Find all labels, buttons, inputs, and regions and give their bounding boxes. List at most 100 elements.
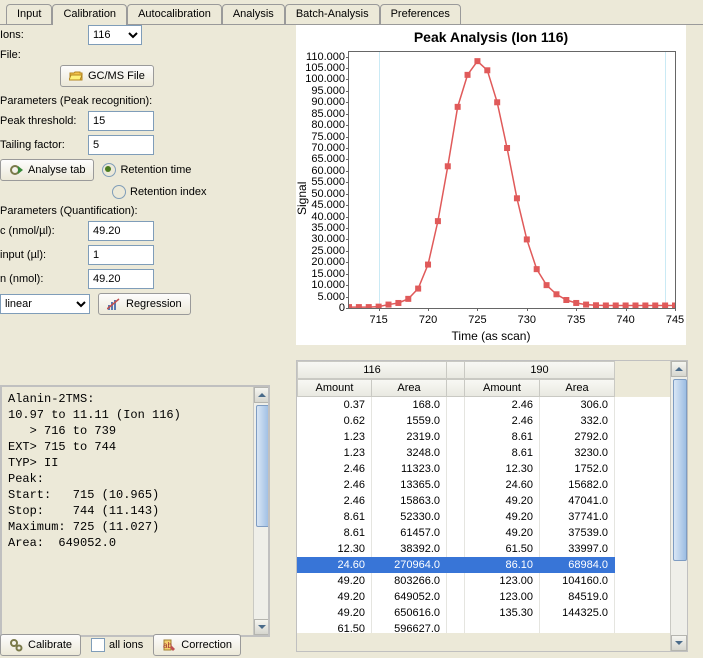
inputul-label: input (µl): xyxy=(0,249,88,261)
tailing-factor-input[interactable] xyxy=(88,135,154,155)
cell-spacer xyxy=(447,429,465,446)
chevron-down-icon xyxy=(675,641,683,645)
retention-index-radio[interactable] xyxy=(112,185,126,199)
retention-index-label: Retention index xyxy=(130,186,206,198)
table-row[interactable]: 0.621559.02.46332.0 xyxy=(297,413,671,429)
ions-select[interactable]: 116 xyxy=(88,25,142,45)
peak-threshold-label: Peak threshold: xyxy=(0,115,88,127)
cell-spacer xyxy=(447,541,465,558)
table-cell: 649052.0 xyxy=(372,589,447,606)
table-row[interactable]: 8.6152330.049.2037741.0 xyxy=(297,509,671,525)
cell-spacer xyxy=(447,445,465,462)
table-row[interactable]: 49.20803266.0123.00104160.0 xyxy=(297,573,671,589)
retention-time-radio[interactable] xyxy=(102,163,116,177)
gcms-file-button[interactable]: GC/MS File xyxy=(60,65,154,87)
n-label: n (nmol): xyxy=(0,273,88,285)
calibrate-button[interactable]: Calibrate xyxy=(0,634,81,656)
table-row[interactable]: 1.232319.08.612792.0 xyxy=(297,429,671,445)
table-row[interactable]: 49.20649052.0123.0084519.0 xyxy=(297,589,671,605)
table-scrollbar[interactable] xyxy=(670,361,687,651)
table-row[interactable]: 2.4611323.012.301752.0 xyxy=(297,461,671,477)
analyse-tab-button[interactable]: Analyse tab xyxy=(0,159,94,181)
tab-analysis[interactable]: Analysis xyxy=(222,4,285,24)
cell-spacer xyxy=(447,509,465,526)
scroll-down-button[interactable] xyxy=(254,619,270,635)
chart-ylabel: Signal xyxy=(295,182,309,215)
folder-open-icon xyxy=(69,69,83,83)
table-cell: 2.46 xyxy=(465,413,540,430)
table-row[interactable]: 1.233248.08.613230.0 xyxy=(297,445,671,461)
table-row[interactable]: 0.37168.02.46306.0 xyxy=(297,397,671,413)
table-cell: 306.0 xyxy=(540,397,615,414)
table-row[interactable]: 61.50596627.0 xyxy=(297,621,671,633)
table-row[interactable]: 2.4615863.049.2047041.0 xyxy=(297,493,671,509)
c-label: c (nmol/µl): xyxy=(0,225,88,237)
table-cell: 2319.0 xyxy=(372,429,447,446)
log-scrollbar[interactable] xyxy=(253,387,270,635)
table-cell: 135.30 xyxy=(465,605,540,622)
col-area-1[interactable]: Area xyxy=(372,379,447,397)
table-cell: 104160.0 xyxy=(540,573,615,590)
col-amount-1[interactable]: Amount xyxy=(297,379,372,397)
table-cell: 650616.0 xyxy=(372,605,447,622)
cell-spacer xyxy=(447,605,465,622)
tab-autocalibration[interactable]: Autocalibration xyxy=(127,4,222,24)
tab-input[interactable]: Input xyxy=(6,4,52,24)
table-cell: 52330.0 xyxy=(372,509,447,526)
cell-spacer xyxy=(447,461,465,478)
table-body: 0.37168.02.46306.00.621559.02.46332.01.2… xyxy=(297,397,671,633)
table-cell: 13365.0 xyxy=(372,477,447,494)
params-quant-title: Parameters (Quantification): xyxy=(0,205,268,217)
table-cell: 8.61 xyxy=(297,509,372,526)
cell-spacer xyxy=(447,493,465,510)
table-row[interactable]: 8.6161457.049.2037539.0 xyxy=(297,525,671,541)
table-cell: 8.61 xyxy=(297,525,372,542)
peak-threshold-input[interactable] xyxy=(88,111,154,131)
table-row[interactable]: 2.4613365.024.6015682.0 xyxy=(297,477,671,493)
tab-calibration[interactable]: Calibration xyxy=(52,4,127,25)
table-cell: 15863.0 xyxy=(372,493,447,510)
table-row[interactable]: 49.20650616.0135.30144325.0 xyxy=(297,605,671,621)
analysis-log: Alanin-2TMS: 10.97 to 11.11 (Ion 116) > … xyxy=(0,385,270,637)
scroll-thumb[interactable] xyxy=(673,379,687,561)
table-cell: 270964.0 xyxy=(372,557,447,574)
col-group-116[interactable]: 116 xyxy=(297,361,447,379)
scroll-thumb[interactable] xyxy=(256,405,270,527)
table-cell: 49.20 xyxy=(465,509,540,526)
table-cell: 49.20 xyxy=(297,573,372,590)
all-ions-checkbox[interactable] xyxy=(91,638,105,652)
table-cell: 12.30 xyxy=(465,461,540,478)
col-amount-2[interactable]: Amount xyxy=(465,379,540,397)
col-area-2[interactable]: Area xyxy=(540,379,615,397)
table-cell: 0.62 xyxy=(297,413,372,430)
table-row[interactable]: 12.3038392.061.5033997.0 xyxy=(297,541,671,557)
inputul-input[interactable] xyxy=(88,245,154,265)
col-group-190[interactable]: 190 xyxy=(465,361,615,379)
cell-spacer xyxy=(447,477,465,494)
table-row[interactable]: 24.60270964.086.1068984.0 xyxy=(297,557,671,573)
table-cell xyxy=(465,621,540,633)
method-select[interactable]: linear xyxy=(0,294,90,314)
tab-batch-analysis[interactable]: Batch-Analysis xyxy=(285,4,380,24)
regression-button[interactable]: Regression xyxy=(98,293,191,315)
chart-xlabel: Time (as scan) xyxy=(296,329,686,343)
scroll-up-button[interactable] xyxy=(671,361,687,377)
params-peak-title: Parameters (Peak recognition): xyxy=(0,95,268,107)
n-input[interactable] xyxy=(88,269,154,289)
table-cell: 123.00 xyxy=(465,573,540,590)
correction-button[interactable]: ab Correction xyxy=(153,634,241,656)
cell-spacer xyxy=(447,589,465,606)
tab-preferences[interactable]: Preferences xyxy=(380,4,461,24)
scroll-down-button[interactable] xyxy=(671,635,687,651)
table-cell: 37539.0 xyxy=(540,525,615,542)
cell-spacer xyxy=(447,621,465,633)
col-group-spacer xyxy=(447,361,465,379)
table-cell: 144325.0 xyxy=(540,605,615,622)
col-spacer xyxy=(447,379,465,397)
c-input[interactable] xyxy=(88,221,154,241)
table-cell: 49.20 xyxy=(297,589,372,606)
table-cell: 86.10 xyxy=(465,557,540,574)
table-cell: 33997.0 xyxy=(540,541,615,558)
table-cell: 61457.0 xyxy=(372,525,447,542)
scroll-up-button[interactable] xyxy=(254,387,270,403)
